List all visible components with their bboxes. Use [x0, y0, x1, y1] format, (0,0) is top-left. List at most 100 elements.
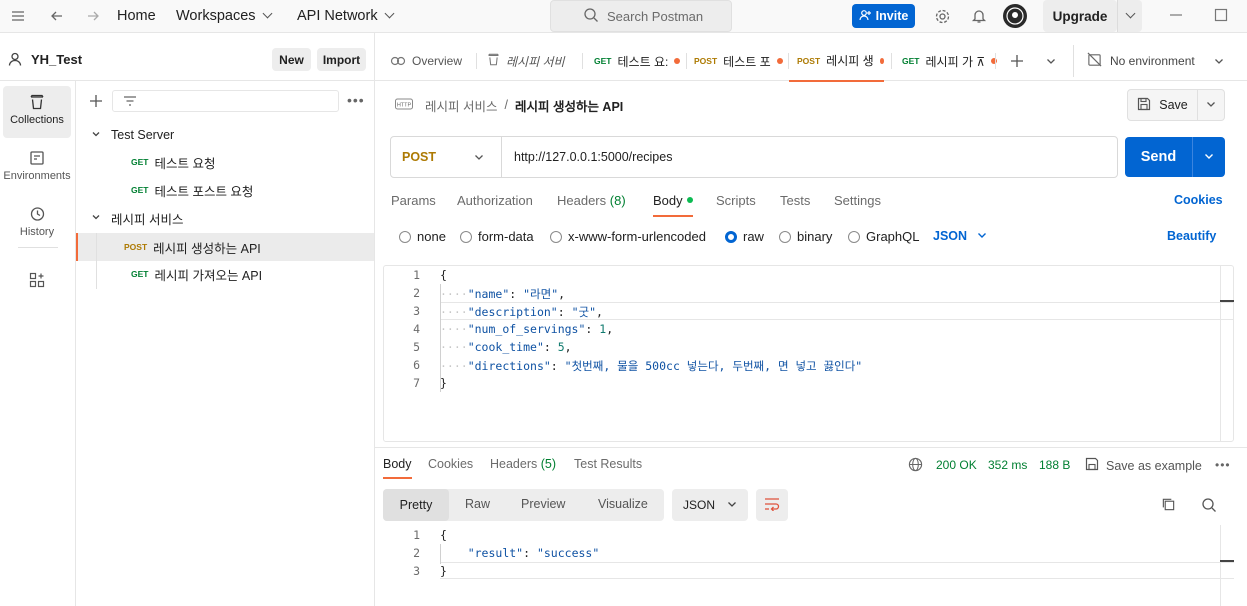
- request-row[interactable]: GET 테스트 요청: [76, 148, 374, 176]
- tab-request[interactable]: GET 테스트 요:: [594, 41, 681, 81]
- tab-authorization[interactable]: Authorization: [457, 193, 533, 208]
- radio-icon: [399, 231, 411, 243]
- gear-icon[interactable]: [934, 8, 950, 24]
- view-tab-pretty[interactable]: Pretty: [383, 489, 449, 521]
- unsaved-dot: [776, 58, 783, 64]
- request-row[interactable]: GET 레시피 가져오는 API: [76, 260, 374, 288]
- collection-row[interactable]: 레시피 서비스: [76, 204, 374, 232]
- current-line-highlight: [440, 562, 1234, 579]
- save-as-example-button[interactable]: Save as example: [1085, 457, 1202, 474]
- tab-label: 레시피 생: [826, 54, 874, 68]
- cookies-link[interactable]: Cookies: [1174, 193, 1223, 207]
- request-row[interactable]: GET 테스트 포스트 요청: [76, 176, 374, 204]
- view-tab-preview[interactable]: Preview: [521, 497, 565, 511]
- no-environment-icon: [1087, 52, 1102, 70]
- line-number: 7: [413, 376, 420, 390]
- sidebar-item-history[interactable]: History: [3, 198, 71, 250]
- avatar[interactable]: [1003, 4, 1027, 28]
- body-format-select[interactable]: JSON: [933, 229, 987, 243]
- sidebar-item-collections[interactable]: Collections: [3, 86, 71, 138]
- sidebar-item-configure[interactable]: [3, 264, 71, 304]
- sidebar-item-label: Collections: [10, 114, 64, 126]
- response-format-select[interactable]: JSON: [672, 489, 748, 521]
- page-title[interactable]: 레시피 생성하는 API: [515, 96, 623, 115]
- send-dropdown[interactable]: [1192, 137, 1225, 177]
- tab-headers[interactable]: Headers (8): [557, 193, 626, 208]
- unsaved-dot: [879, 57, 884, 64]
- divider: [18, 247, 58, 248]
- tab-body[interactable]: Body: [653, 193, 693, 217]
- url-input[interactable]: [503, 138, 1103, 176]
- request-row-selected[interactable]: POST 레시피 생성하는 API: [76, 233, 374, 261]
- history-icon: [29, 206, 45, 222]
- radio-graphql[interactable]: GraphQL: [848, 229, 919, 244]
- response-tab-body[interactable]: Body: [383, 457, 412, 479]
- search-icon[interactable]: [1201, 497, 1217, 516]
- invite-button[interactable]: Invite: [852, 4, 915, 28]
- filter-input[interactable]: [112, 90, 339, 112]
- radio-form-data[interactable]: form-data: [460, 229, 534, 244]
- globe-icon[interactable]: [908, 457, 923, 475]
- tab-bar: Overview 레시피 서비 GET 테스트 요: POST 테스트 포 PO…: [375, 41, 1247, 82]
- import-button[interactable]: Import: [317, 48, 366, 71]
- breadcrumb-parent[interactable]: 레시피 서비스: [425, 96, 497, 115]
- collection-row[interactable]: Test Server: [76, 121, 374, 149]
- tab-request[interactable]: POST 테스트 포: [694, 41, 783, 81]
- search-bar[interactable]: Search Postman: [550, 0, 732, 32]
- response-tab-cookies[interactable]: Cookies: [428, 457, 473, 471]
- wrap-lines-button[interactable]: [756, 489, 788, 521]
- more-options-icon[interactable]: •••: [347, 92, 365, 108]
- view-tab-visualize[interactable]: Visualize: [598, 497, 648, 511]
- save-icon: [1137, 97, 1151, 114]
- beautify-link[interactable]: Beautify: [1167, 229, 1216, 243]
- new-tab-icon[interactable]: [1010, 54, 1024, 71]
- hamburger-menu-icon[interactable]: [10, 8, 26, 24]
- chevron-down-icon: [727, 498, 737, 512]
- code-line: ····"cook_time": 5,: [440, 340, 572, 354]
- radio-urlencoded[interactable]: x-www-form-urlencoded: [550, 229, 706, 244]
- unsaved-dot: [674, 58, 681, 64]
- radio-raw[interactable]: raw: [725, 229, 764, 244]
- upgrade-dropdown[interactable]: [1117, 0, 1142, 32]
- collection-name: 레시피 서비스: [111, 212, 184, 227]
- minimize-icon[interactable]: [1168, 8, 1184, 24]
- chevron-down-icon[interactable]: [1046, 55, 1056, 69]
- send-button[interactable]: Send: [1125, 137, 1192, 177]
- radio-icon: [779, 231, 791, 243]
- new-button[interactable]: New: [272, 48, 311, 71]
- radio-binary[interactable]: binary: [779, 229, 832, 244]
- response-tab-test-results[interactable]: Test Results: [574, 457, 642, 471]
- tab-params[interactable]: Params: [391, 193, 436, 208]
- tab-request[interactable]: GET 레시피 가 ⊼: [902, 41, 998, 81]
- tab-settings[interactable]: Settings: [834, 193, 881, 208]
- radio-none[interactable]: none: [399, 229, 446, 244]
- workspaces-menu[interactable]: Workspaces: [176, 8, 272, 24]
- maximize-icon[interactable]: [1213, 8, 1229, 24]
- save-button[interactable]: Save: [1127, 89, 1198, 121]
- sidebar-item-environments[interactable]: Environments: [3, 142, 71, 194]
- tab-overview[interactable]: Overview: [390, 41, 462, 81]
- workspaces-label: Workspaces: [176, 8, 256, 24]
- status-badge[interactable]: 200 OK: [936, 458, 977, 472]
- response-tab-headers[interactable]: Headers (5): [490, 457, 556, 471]
- copy-icon[interactable]: [1161, 497, 1176, 515]
- home-link[interactable]: Home: [117, 8, 156, 24]
- tab-scripts[interactable]: Scripts: [716, 193, 756, 208]
- back-arrow-icon[interactable]: [49, 8, 65, 24]
- more-options-icon[interactable]: •••: [1215, 458, 1231, 472]
- save-dropdown[interactable]: [1198, 89, 1225, 121]
- upgrade-button[interactable]: Upgrade: [1043, 0, 1117, 32]
- tab-request-active[interactable]: POST 레시피 생: [789, 41, 884, 82]
- tab-collection[interactable]: 레시피 서비: [487, 41, 565, 81]
- bell-icon[interactable]: [971, 8, 987, 24]
- api-network-menu[interactable]: API Network: [297, 8, 395, 24]
- chevron-down-icon[interactable]: [1214, 55, 1224, 69]
- response-size[interactable]: 188 B: [1039, 458, 1070, 472]
- response-time[interactable]: 352 ms: [988, 458, 1027, 472]
- forward-arrow-icon[interactable]: [85, 8, 101, 24]
- tab-tests[interactable]: Tests: [780, 193, 810, 208]
- view-tab-raw[interactable]: Raw: [465, 497, 490, 511]
- method-select[interactable]: POST: [391, 137, 502, 177]
- environment-selector[interactable]: No environment: [1087, 41, 1195, 81]
- add-icon[interactable]: [89, 94, 103, 111]
